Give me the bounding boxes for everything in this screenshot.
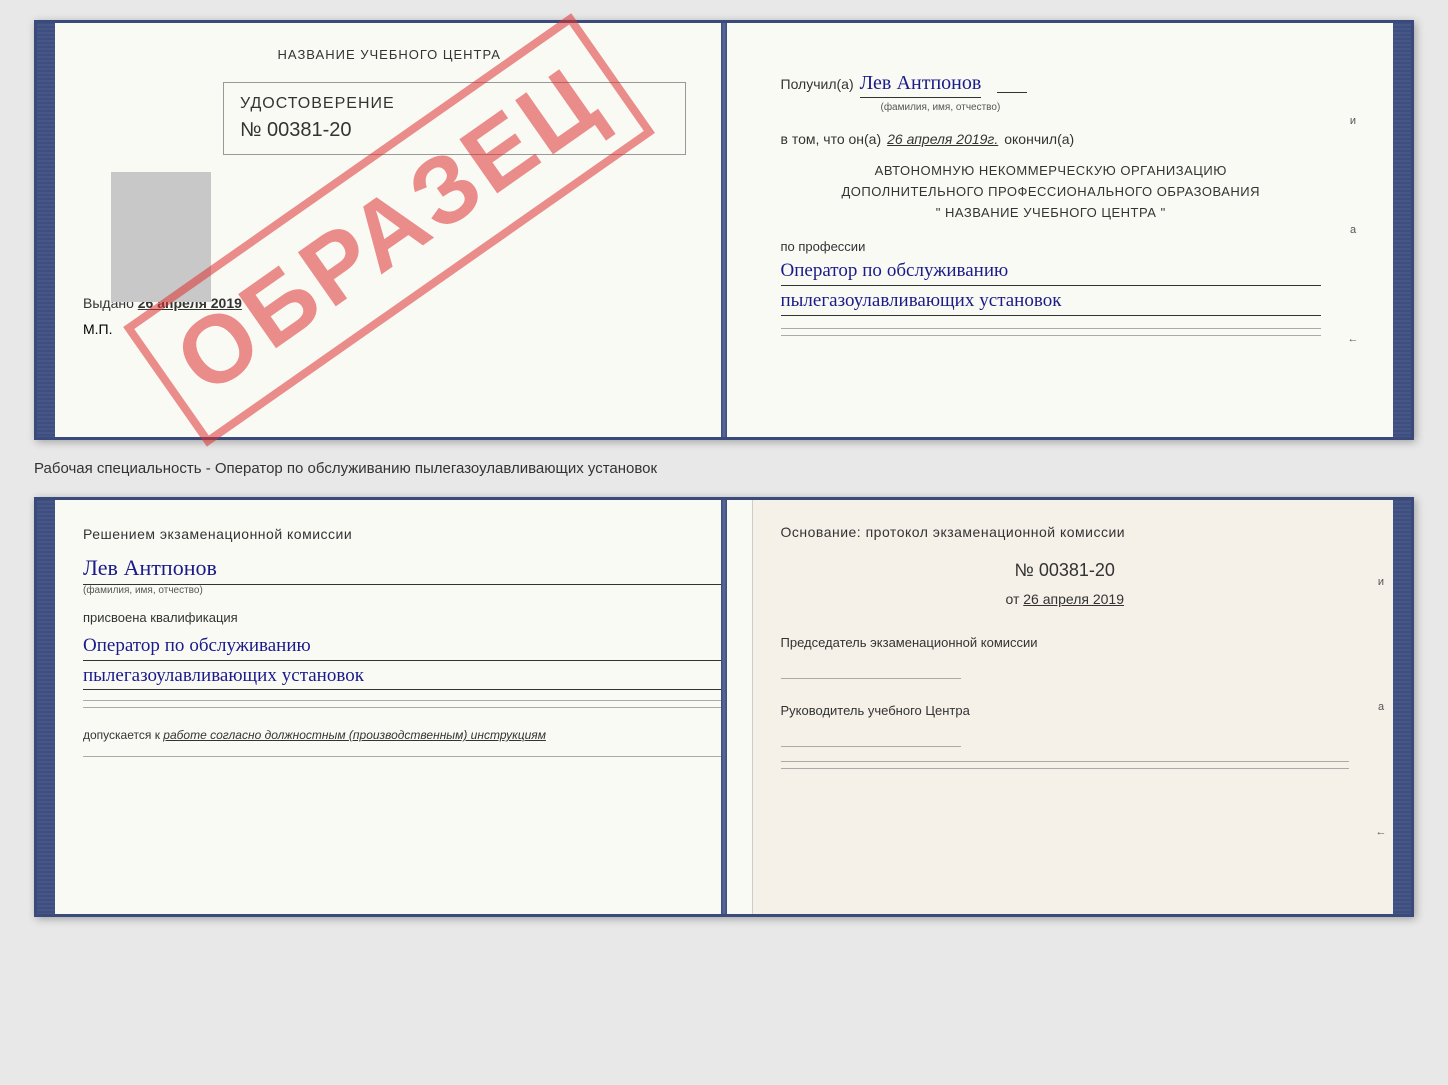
profession-line1: Оператор по обслуживанию	[781, 258, 1322, 286]
bottom-right-wrapper: Основание: протокол экзаменационной коми…	[753, 500, 1394, 914]
page-wrapper: НАЗВАНИЕ УЧЕБНОГО ЦЕНТРА УДОСТОВЕРЕНИЕ №…	[34, 20, 1414, 917]
basis-text: Основание: протокол экзаменационной коми…	[781, 524, 1350, 540]
decision-text: Решением экзаменационной комиссии	[83, 524, 724, 545]
protocol-date-line: от 26 апреля 2019	[781, 591, 1350, 607]
completed-prefix: в том, что он(а)	[781, 131, 882, 147]
completed-line: в том, что он(а) 26 апреля 2019г. окончи…	[781, 131, 1322, 147]
completed-suffix: окончил(а)	[1004, 131, 1074, 147]
qual-line1: Оператор по обслуживанию	[83, 633, 724, 661]
photo-placeholder	[111, 172, 211, 302]
margin-char-а: а	[1341, 224, 1365, 236]
margin-char-и-bottom: и	[1369, 576, 1393, 588]
допускается-prefix: допускается к	[83, 728, 160, 742]
profession-line2: пылегазоулавливающих установок	[781, 288, 1322, 316]
school-name-header: НАЗВАНИЕ УЧЕБНОГО ЦЕНТРА	[83, 47, 696, 62]
person-name-section: Лев Антпонов (фамилия, имя, отчество)	[83, 555, 724, 596]
bottom-right-content: Основание: протокол экзаменационной коми…	[753, 500, 1370, 914]
допускается-block: допускается к работе согласно должностны…	[83, 728, 724, 742]
qualification-section: Оператор по обслуживанию пылегазоулавлив…	[83, 633, 724, 690]
received-prefix: Получил(а)	[781, 76, 854, 92]
margin-char-arrow-bottom: ←	[1369, 826, 1393, 838]
cert-title-text: УДОСТОВЕРЕНИЕ	[240, 95, 669, 113]
profession-label: по профессии	[781, 239, 1322, 254]
cert-number: № 00381-20	[240, 119, 669, 142]
org-line1: АВТОНОМНУЮ НЕКОММЕРЧЕСКУЮ ОРГАНИЗАЦИЮ	[781, 161, 1322, 182]
fio-sublabel-bottom: (фамилия, имя, отчество)	[83, 585, 724, 596]
org-line3: " НАЗВАНИЕ УЧЕБНОГО ЦЕНТРА "	[781, 203, 1322, 224]
right-margin-marks: и а ←	[1341, 47, 1365, 413]
received-name: Лев Антпонов	[860, 71, 982, 98]
mp-line: М.П.	[83, 321, 696, 337]
допускается-text: работе согласно должностным (производств…	[163, 728, 546, 742]
fio-sublabel-top: (фамилия, имя, отчество)	[881, 102, 1322, 113]
top-cert-right-page: Получил(а) Лев Антпонов (фамилия, имя, о…	[725, 23, 1394, 437]
chairman-label: Председатель экзаменационной комиссии	[781, 635, 1350, 650]
spine-right	[1393, 23, 1411, 437]
director-label: Руководитель учебного Центра	[781, 703, 1350, 718]
qual-line2: пылегазоулавливающих установок	[83, 663, 724, 691]
spine-left	[37, 23, 55, 437]
received-line: Получил(а) Лев Антпонов	[781, 71, 1322, 98]
person-name: Лев Антпонов	[83, 555, 724, 585]
qualification-label: присвоена квалификация	[83, 610, 724, 625]
org-line2: ДОПОЛНИТЕЛЬНОГО ПРОФЕССИОНАЛЬНОГО ОБРАЗО…	[781, 182, 1322, 203]
middle-label: Рабочая специальность - Оператор по обсл…	[34, 452, 1414, 485]
spine-bottom-right	[1393, 500, 1411, 914]
right-page-content: Получил(а) Лев Антпонов (фамилия, имя, о…	[753, 47, 1342, 413]
margin-char-и: и	[1341, 115, 1365, 127]
cert-title-box: УДОСТОВЕРЕНИЕ № 00381-20	[223, 82, 686, 155]
protocol-date: 26 апреля 2019	[1023, 591, 1124, 607]
completed-date: 26 апреля 2019г.	[887, 131, 998, 147]
margin-char-arrow: ←	[1341, 333, 1365, 345]
top-cert-left-page: НАЗВАНИЕ УЧЕБНОГО ЦЕНТРА УДОСТОВЕРЕНИЕ №…	[55, 23, 725, 437]
right-margin-marks-bottom: и а ←	[1369, 500, 1393, 914]
org-name-block: АВТОНОМНУЮ НЕКОММЕРЧЕСКУЮ ОРГАНИЗАЦИЮ ДО…	[781, 161, 1322, 223]
protocol-date-prefix: от	[1005, 591, 1019, 607]
bottom-certificate-book: Решением экзаменационной комиссии Лев Ан…	[34, 497, 1414, 917]
margin-char-а-bottom: а	[1369, 701, 1393, 713]
bottom-left-page: Решением экзаменационной комиссии Лев Ан…	[55, 500, 753, 914]
spine-bottom-left	[37, 500, 55, 914]
protocol-number: № 00381-20	[781, 560, 1350, 581]
top-certificate-book: НАЗВАНИЕ УЧЕБНОГО ЦЕНТРА УДОСТОВЕРЕНИЕ №…	[34, 20, 1414, 440]
